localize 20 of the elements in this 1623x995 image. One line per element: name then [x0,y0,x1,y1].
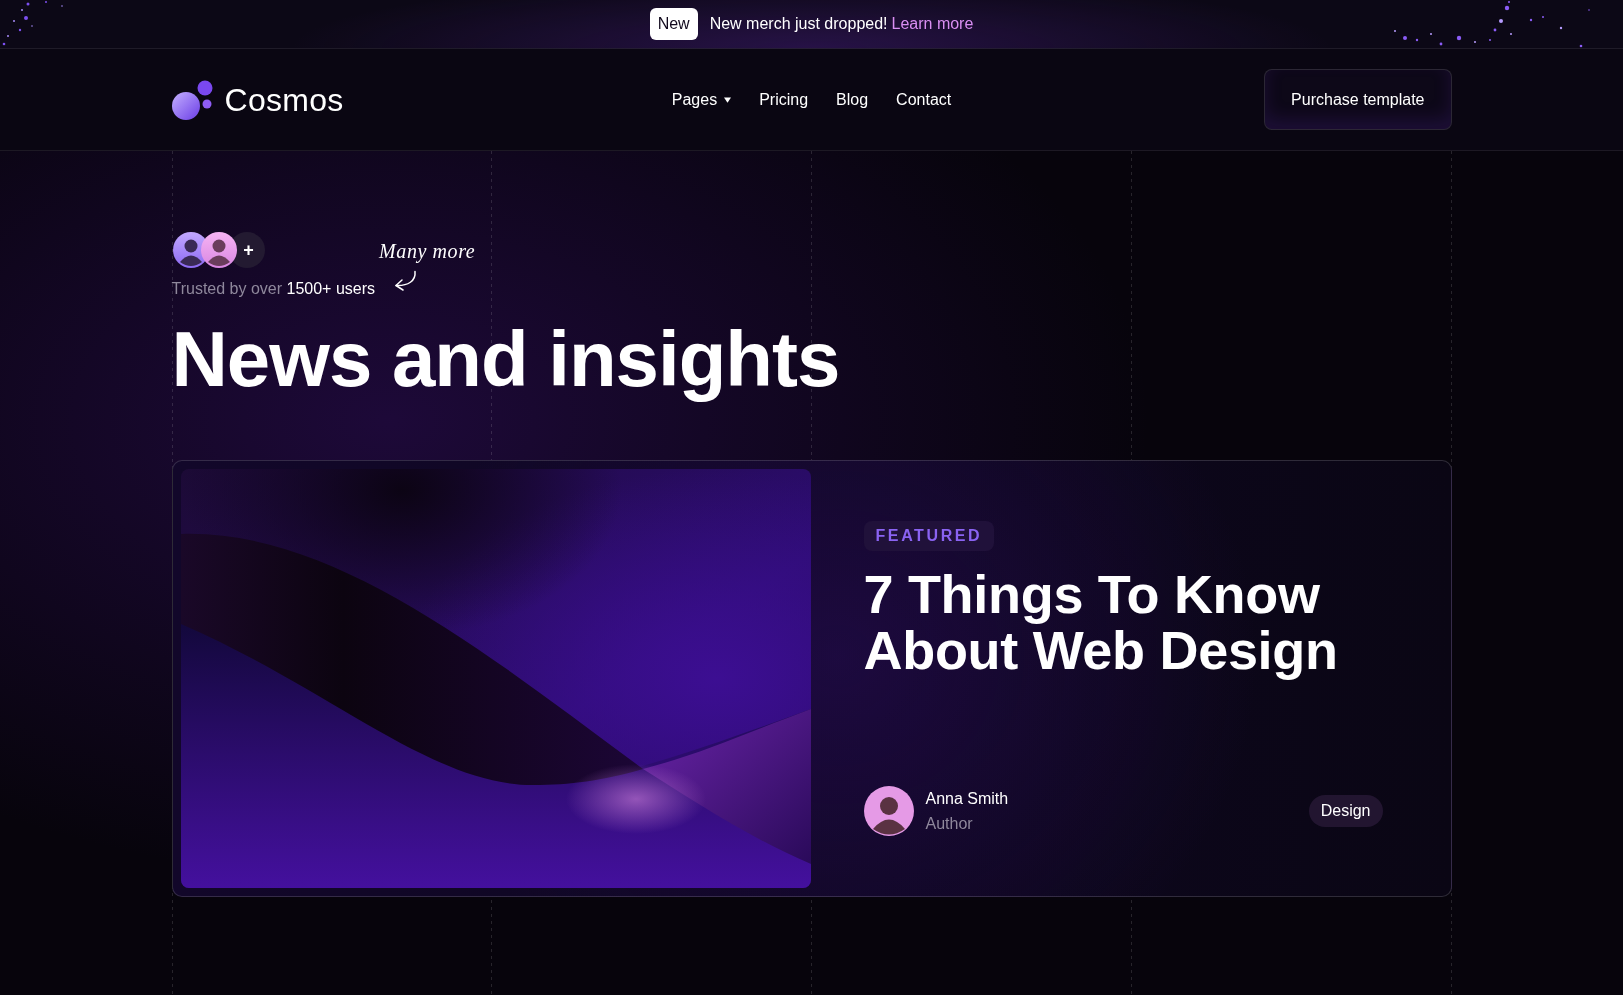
learn-more-link[interactable]: Learn more [891,14,974,34]
avatar-icon [863,786,914,836]
announcement-text: New merch just dropped! [709,14,888,34]
author-name: Anna Smith [925,788,1009,809]
purchase-template-button[interactable]: Purchase template [1264,69,1452,130]
category-tag: Design [1308,795,1383,827]
page-heading: News and insights [171,315,840,403]
author-role: Author [925,813,974,834]
nav-link[interactable]: Pricing [759,88,809,111]
featured-tag: FEATURED [863,521,995,551]
avatar-icon [200,232,237,268]
new-badge: New [649,8,698,40]
nav-link[interactable]: Pages [671,88,732,111]
brand-name: Cosmos [224,80,344,119]
nav-link[interactable]: Blog [836,88,869,111]
nav-link[interactable]: Contact [896,88,952,111]
post-title: 7 Things To Know About Web Design [863,566,1339,678]
handwritten-note: Many more [379,240,476,262]
trusted-by-text: Trusted by over 1500+ users [171,279,376,299]
logo-icon [171,79,214,120]
